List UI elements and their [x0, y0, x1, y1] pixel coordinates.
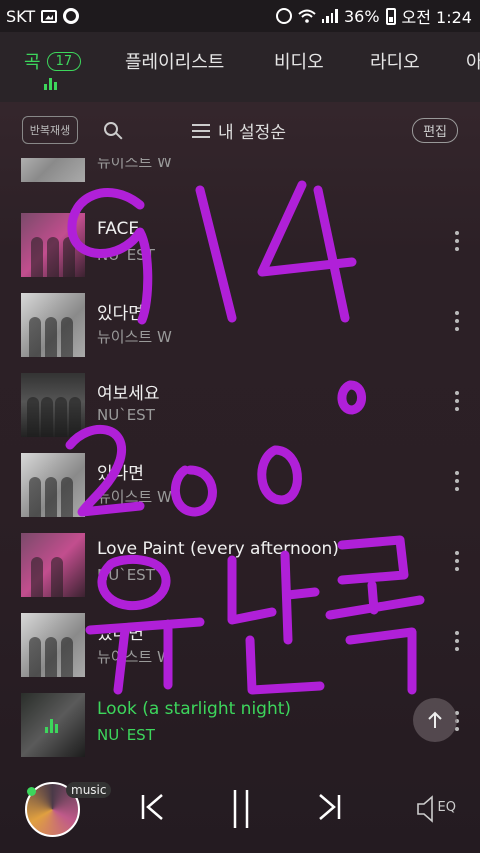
pause-icon[interactable] [228, 788, 254, 830]
more-options-icon[interactable] [455, 231, 459, 251]
tab-songs-label: 곡 [24, 52, 41, 73]
tab-video[interactable]: 비디오 [274, 48, 324, 74]
more-options-icon[interactable] [455, 391, 459, 411]
edit-button[interactable]: 편집 [412, 118, 458, 143]
more-options-icon[interactable] [455, 631, 459, 651]
song-title: FACE [97, 219, 140, 239]
album-art [21, 373, 85, 437]
wifi-icon [298, 9, 316, 23]
song-row[interactable]: 있다면 뉴이스트 W [0, 281, 480, 361]
carrier-label: SKT [6, 6, 36, 26]
song-list: 뉴이스트 W FACE NU`EST 있다면 뉴이스트 W 여보세요 NU`ES… [0, 158, 480, 770]
song-artist: NU`EST [97, 246, 155, 264]
album-art [21, 613, 85, 677]
sort-icon [192, 123, 210, 139]
song-artist: NU`EST [97, 406, 155, 424]
song-row[interactable]: FACE NU`EST [0, 201, 480, 281]
tab-radio[interactable]: 라디오 [370, 48, 420, 74]
song-row-now-playing[interactable]: Look (a starlight night) NU`EST [0, 681, 480, 761]
song-row[interactable]: 있다면 뉴이스트 W [0, 441, 480, 521]
song-title: Look (a starlight night) [97, 699, 292, 719]
battery-percent: 36% [343, 6, 380, 26]
signal-icon [321, 9, 338, 23]
arrow-up-icon [428, 711, 442, 728]
song-artist: 뉴이스트 W [97, 488, 172, 506]
album-art [21, 293, 85, 357]
sort-label: 내 설정순 [218, 123, 286, 143]
song-artist: NU`EST [97, 726, 155, 744]
alarm-icon [275, 8, 292, 24]
gallery-notification-icon [41, 9, 58, 23]
mini-player: music EQ [0, 770, 480, 853]
song-title: 있다면 [97, 304, 144, 324]
battery-icon [385, 7, 396, 25]
clock: 오전 1:24 [401, 8, 472, 27]
song-artist: 뉴이스트 W [97, 648, 172, 666]
now-playing-indicator-icon [44, 78, 60, 90]
song-title: Love Paint (every afternoon) [97, 539, 339, 559]
scroll-to-top-button[interactable] [413, 698, 457, 742]
song-row[interactable]: 뉴이스트 W [0, 158, 480, 186]
song-row[interactable]: 여보세요 NU`EST [0, 361, 480, 441]
tab-playlist[interactable]: 플레이리스트 [125, 48, 224, 74]
more-options-icon[interactable] [455, 551, 459, 571]
song-title: 있다면 [97, 624, 144, 644]
app-notification-icon [63, 8, 80, 24]
previous-track-icon[interactable] [138, 792, 168, 822]
status-bar: SKT 36% 오전 1:24 [0, 0, 480, 32]
song-count-badge: 17 [46, 51, 82, 71]
tab-songs[interactable]: 곡 17 [24, 48, 82, 74]
album-art [21, 453, 85, 517]
equalizer-button[interactable]: EQ [438, 800, 456, 815]
category-tabs: 곡 17 플레이리스트 비디오 라디오 아 [0, 32, 480, 102]
song-artist: 뉴이스트 W [97, 158, 172, 171]
status-dot [27, 787, 36, 796]
song-title: 여보세요 [97, 384, 160, 404]
album-art [21, 213, 85, 277]
list-toolbar: 반복재생 내 설정순 편집 [0, 102, 480, 158]
sort-button[interactable]: 내 설정순 [192, 118, 286, 143]
tab-more[interactable]: 아 [466, 48, 480, 74]
more-options-icon[interactable] [455, 471, 459, 491]
album-art [21, 533, 85, 597]
album-art [21, 158, 85, 182]
song-row[interactable]: Love Paint (every afternoon) NU`EST [0, 521, 480, 601]
song-row[interactable]: 있다면 뉴이스트 W [0, 601, 480, 681]
more-options-icon[interactable] [455, 311, 459, 331]
song-artist: 뉴이스트 W [97, 328, 172, 346]
search-icon[interactable] [104, 122, 118, 136]
song-title: 있다면 [97, 464, 144, 484]
music-badge: music [66, 782, 112, 798]
now-playing-indicator-icon [45, 719, 61, 733]
repeat-button[interactable]: 반복재생 [22, 116, 78, 144]
speaker-icon [417, 795, 433, 823]
next-track-icon[interactable] [314, 792, 344, 822]
album-art [21, 693, 85, 757]
song-artist: NU`EST [97, 566, 155, 584]
